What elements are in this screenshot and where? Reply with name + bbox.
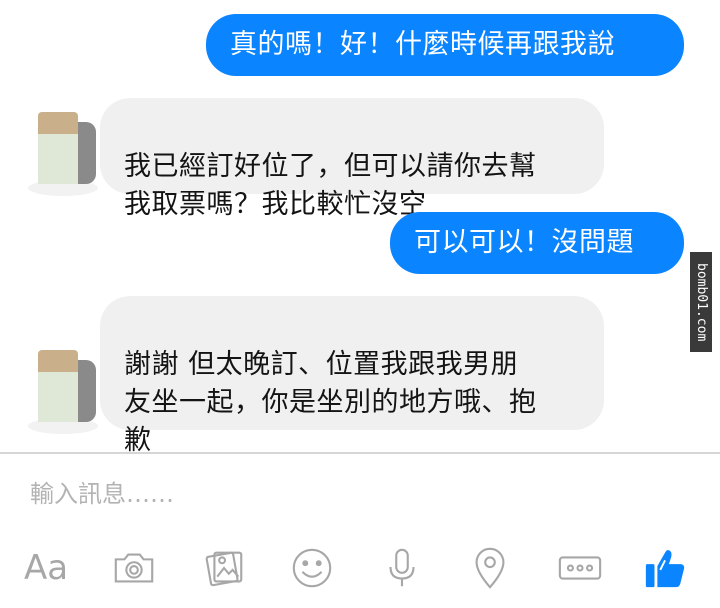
text-format-button[interactable]: Aa: [20, 542, 72, 594]
location-icon: [475, 547, 505, 589]
divider: [0, 452, 720, 454]
message-thread: 真的嗎！好！什麼時候再跟我說 我已經訂好位了，但可以請你去幫 我取票嗎？我比較忙…: [0, 0, 720, 456]
message-bubble-incoming[interactable]: 謝謝 但太晚訂、位置我跟我男朋 友坐一起，你是坐別的地方哦、抱 歉: [100, 296, 604, 456]
camera-button[interactable]: [108, 542, 160, 594]
message-bubble-outgoing[interactable]: 可以可以！沒問題: [390, 212, 684, 274]
camera-icon: [114, 553, 154, 583]
gallery-button[interactable]: [198, 542, 250, 594]
gallery-icon: [205, 551, 243, 587]
microphone-icon: [389, 548, 415, 587]
microphone-button[interactable]: [376, 542, 428, 594]
avatar[interactable]: [28, 350, 98, 440]
message-text: 我已經訂好位了，但可以請你去幫 我取票嗎？我比較忙沒空: [124, 151, 537, 220]
text-format-icon: Aa: [23, 548, 69, 588]
message-bubble-outgoing[interactable]: 真的嗎！好！什麼時候再跟我說: [206, 14, 684, 76]
message-text: 謝謝 但太晚訂、位置我跟我男朋 友坐一起，你是坐別的地方哦、抱 歉: [124, 349, 537, 456]
message-bubble-incoming[interactable]: 我已經訂好位了，但可以請你去幫 我取票嗎？我比較忙沒空: [100, 98, 604, 220]
emoji-button[interactable]: [286, 542, 338, 594]
more-button[interactable]: [554, 542, 606, 594]
location-button[interactable]: [464, 542, 516, 594]
message-text: 真的嗎！好！什麼時候再跟我說: [230, 29, 615, 60]
emoji-icon: [292, 548, 332, 588]
composer-toolbar: Aa: [0, 538, 720, 598]
watermark: bomb01.com: [690, 252, 712, 352]
avatar[interactable]: [28, 112, 98, 202]
message-input[interactable]: [30, 472, 630, 516]
more-icon: [558, 556, 602, 580]
message-text: 可以可以！沒問題: [414, 227, 634, 258]
like-button[interactable]: [640, 542, 692, 594]
thumbs-up-icon: [645, 550, 685, 588]
